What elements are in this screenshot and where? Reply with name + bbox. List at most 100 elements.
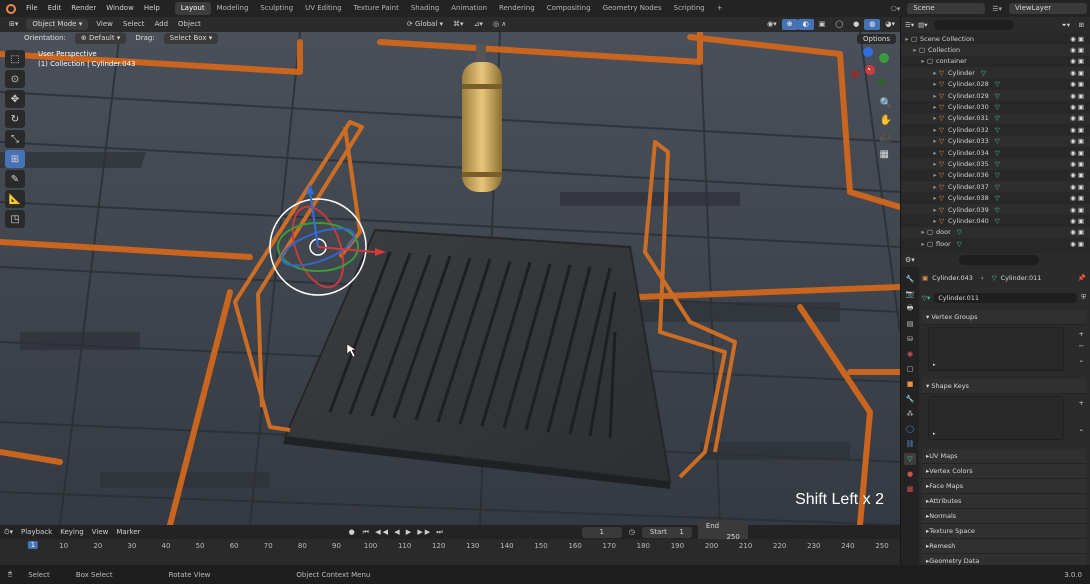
expand-arrow-icon[interactable]: ▸: [931, 149, 939, 157]
outliner-item[interactable]: ▸ ▽ Cylinder.028 ▽ ◉ ▣: [901, 79, 1090, 90]
visibility-toggles[interactable]: ◉ ▣: [1070, 46, 1084, 54]
drag-dropdown[interactable]: Select Box ▾: [163, 32, 219, 44]
blender-logo-icon[interactable]: [6, 3, 16, 14]
menu-marker[interactable]: Marker: [112, 528, 144, 536]
tab-uv-editing[interactable]: UV Editing: [299, 2, 348, 15]
transform-orientation[interactable]: ⟳ Global ▾: [402, 17, 448, 32]
view-layer-tab-icon[interactable]: ▤: [904, 318, 916, 330]
start-frame-field[interactable]: Start 1: [641, 526, 692, 538]
visibility-toggles[interactable]: ◉ ▣: [1070, 240, 1084, 248]
particles-tab-icon[interactable]: ⁂: [904, 408, 916, 420]
vertex-groups-header[interactable]: ▾ Vertex Groups: [922, 310, 1086, 325]
tab-texture-paint[interactable]: Texture Paint: [348, 2, 405, 15]
pin-icon[interactable]: 📌: [1078, 274, 1086, 282]
tab-compositing[interactable]: Compositing: [541, 2, 597, 15]
expand-arrow-icon[interactable]: ▸: [919, 57, 927, 65]
add-vertex-group-icon[interactable]: +: [1079, 330, 1084, 338]
proportional-edit-icon[interactable]: ◎ ∧: [488, 17, 511, 32]
expand-arrow-icon[interactable]: ▸: [931, 217, 939, 225]
visibility-toggles[interactable]: ◉ ▣: [1070, 206, 1084, 214]
list-expand-icon[interactable]: ▸: [933, 362, 936, 368]
menu-timeline-view[interactable]: View: [88, 528, 113, 536]
visibility-toggles[interactable]: ◉ ▣: [1070, 92, 1084, 100]
new-collection-icon[interactable]: ⊞: [1079, 21, 1084, 29]
outliner-door[interactable]: ▸ ▢ door ▽ ◉ ▣: [901, 226, 1090, 239]
physics-tab-icon[interactable]: ◯: [904, 423, 916, 435]
shape-key-menu-icon[interactable]: ⌄: [1079, 425, 1084, 433]
tab-scripting[interactable]: Scripting: [668, 2, 711, 15]
menu-add[interactable]: Add: [149, 17, 173, 32]
expand-arrow-icon[interactable]: ▸: [931, 126, 939, 134]
add-shape-key-icon[interactable]: +: [1079, 399, 1084, 407]
tab-animation[interactable]: Animation: [445, 2, 493, 15]
add-workspace-button[interactable]: +: [711, 2, 729, 15]
outliner-floor[interactable]: ▸ ▢ floor ▽ ◉ ▣: [901, 238, 1090, 249]
view-layer-selector[interactable]: ViewLayer: [1009, 3, 1087, 14]
tab-shading[interactable]: Shading: [405, 2, 445, 15]
pivot-icon[interactable]: ⌘▾: [448, 17, 469, 32]
expand-arrow-icon[interactable]: ▸: [931, 160, 939, 168]
zoom-icon[interactable]: 🔍: [880, 98, 892, 109]
measure-tool-icon[interactable]: 📐: [5, 190, 25, 208]
outliner-search-input[interactable]: [933, 20, 1014, 30]
outliner-item[interactable]: ▸ ▽ Cylinder.037 ▽ ◉ ▣: [901, 181, 1090, 193]
list-expand-icon[interactable]: ▸: [933, 431, 936, 437]
outliner-item[interactable]: ▸ ▽ Cylinder.035 ▽ ◉ ▣: [901, 158, 1090, 170]
xray-icon[interactable]: ▣: [814, 17, 831, 32]
remove-vertex-group-icon[interactable]: −: [1079, 342, 1084, 350]
menu-object[interactable]: Object: [173, 17, 206, 32]
menu-view[interactable]: View: [91, 17, 118, 32]
menu-edit[interactable]: Edit: [43, 0, 67, 17]
panel-uv-maps[interactable]: ▸ UV Maps: [922, 449, 1086, 464]
current-frame-field[interactable]: 1: [581, 526, 622, 538]
expand-arrow-icon[interactable]: ▸: [931, 103, 939, 111]
panel-texture-space[interactable]: ▸ Texture Space: [922, 524, 1086, 539]
gizmo-toggle-icon[interactable]: ⊕: [781, 19, 798, 30]
3d-viewport[interactable]: Orientation: ⊕ Default ▾ Drag: Select Bo…: [0, 32, 900, 525]
tab-geometry-nodes[interactable]: Geometry Nodes: [597, 2, 668, 15]
expand-arrow-icon[interactable]: ▸: [931, 92, 939, 100]
visibility-toggles[interactable]: ◉ ▣: [1070, 149, 1084, 157]
visibility-toggles[interactable]: ◉ ▣: [1070, 183, 1084, 191]
outliner-item[interactable]: ▸ ▽ Cylinder.032 ▽ ◉ ▣: [901, 124, 1090, 135]
shading-wireframe-icon[interactable]: ◯: [830, 17, 848, 32]
expand-arrow-icon[interactable]: ▸: [931, 183, 939, 191]
tab-layout[interactable]: Layout: [174, 2, 211, 15]
object-tab-icon[interactable]: ■: [904, 378, 916, 390]
timeline-ruler[interactable]: 1 10 20 30 40 50 60 70 80 90 100 110 120 130 140 150 160…: [0, 539, 900, 565]
outliner-item[interactable]: ▸ ▽ Cylinder.030 ▽ ◉ ▣: [901, 101, 1090, 112]
filter-icon[interactable]: ⏷▾: [1062, 21, 1070, 30]
visibility-toggles[interactable]: ◉ ▣: [1070, 137, 1084, 145]
options-button[interactable]: Options: [856, 34, 896, 44]
scale-tool-icon[interactable]: ⤡: [5, 130, 25, 148]
expand-arrow-icon[interactable]: ▸: [931, 80, 939, 88]
mesh-data-tab-icon[interactable]: ▽: [904, 453, 916, 465]
menu-help[interactable]: Help: [139, 0, 165, 17]
panel-face-maps[interactable]: ▸ Face Maps: [922, 479, 1086, 494]
expand-arrow-icon[interactable]: ▸: [903, 35, 911, 43]
shape-keys-header[interactable]: ▾ Shape Keys: [922, 379, 1086, 394]
visibility-toggles[interactable]: ◉ ▣: [1070, 171, 1084, 179]
add-cube-tool-icon[interactable]: ◳: [5, 210, 25, 228]
visibility-toggles[interactable]: ◉ ▣: [1070, 194, 1084, 202]
tool-tab-icon[interactable]: 🔧: [904, 273, 916, 285]
expand-arrow-icon[interactable]: ▸: [931, 69, 939, 77]
outliner-container[interactable]: ▸ ▢ container ◉ ▣: [901, 56, 1090, 67]
output-tab-icon[interactable]: 🖶: [904, 303, 916, 315]
outliner-item[interactable]: ▸ ▽ Cylinder.038 ▽ ◉ ▣: [901, 192, 1090, 203]
clock-icon[interactable]: ◷: [625, 528, 639, 536]
visibility-toggles[interactable]: ◉ ▣: [1070, 57, 1084, 65]
menu-keying[interactable]: Keying: [56, 528, 88, 536]
panel-normals[interactable]: ▸ Normals: [922, 509, 1086, 524]
expand-arrow-icon[interactable]: ▸: [931, 171, 939, 179]
snap-icon[interactable]: ⊿▾: [469, 17, 488, 32]
outliner-scene-collection[interactable]: ▸ ▢ Scene Collection ◉ ▣: [901, 33, 1090, 44]
editor-type-icon[interactable]: ⊞▾: [4, 17, 23, 32]
visibility-toggles[interactable]: ◉ ▣: [1070, 228, 1084, 236]
menu-file[interactable]: File: [21, 0, 43, 17]
shading-rendered-icon[interactable]: ◕▾: [880, 17, 900, 32]
move-tool-icon[interactable]: ✥: [5, 90, 25, 108]
mesh-name-field[interactable]: Cylinder.011: [934, 292, 1078, 303]
collection-tab-icon[interactable]: ▢: [904, 363, 916, 375]
world-tab-icon[interactable]: ◉: [904, 348, 916, 360]
